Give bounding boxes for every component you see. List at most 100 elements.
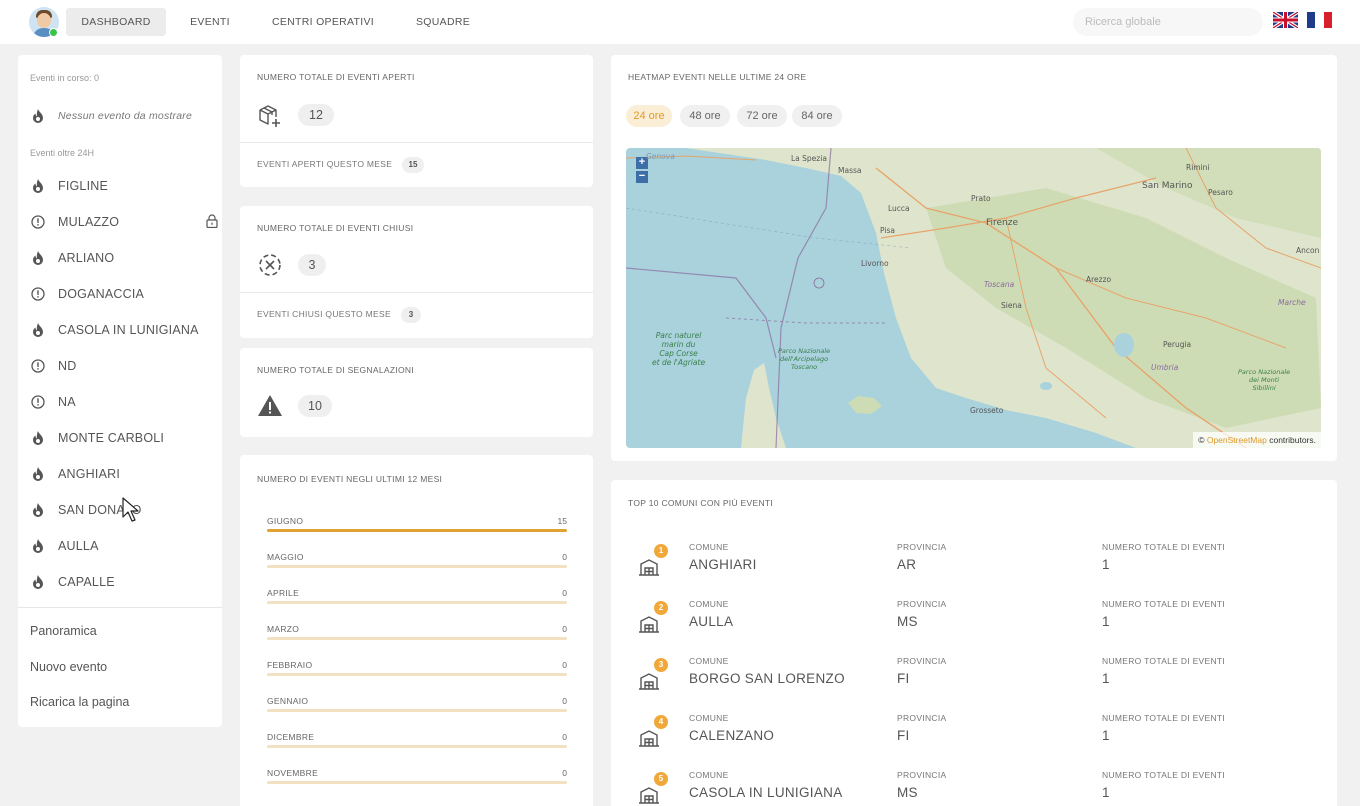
- map-label: Genova: [646, 152, 675, 161]
- fire-icon: [30, 430, 46, 446]
- top10-row: 5 COMUNE CASOLA IN LUNIGIANA PROVINCIA MS NUM…: [638, 770, 1318, 806]
- month-bar-track: [267, 709, 567, 712]
- link-panoramica[interactable]: Panoramica: [30, 624, 97, 638]
- comune-value: BORGO SAN LORENZO: [689, 671, 845, 686]
- box-plus-icon: [259, 105, 280, 127]
- nav-eventi[interactable]: EVENTI: [186, 8, 234, 36]
- closed-events-count: 3: [298, 254, 326, 276]
- online-status-dot: [49, 28, 58, 37]
- sidebar-item-monte-carboli[interactable]: MONTE CARBOLI: [30, 428, 210, 448]
- totale-value: 1: [1102, 728, 1110, 743]
- mouse-cursor-icon: [122, 497, 139, 522]
- month-value: 0: [562, 732, 567, 742]
- open-this-month-label: EVENTI APERTI QUESTO MESE: [257, 159, 393, 169]
- global-search-input[interactable]: Ricerca globale: [1073, 8, 1263, 36]
- events-in-progress-label: Eventi in corso: 0: [30, 73, 100, 83]
- card-divider: [240, 142, 593, 143]
- month-label: NOVEMBRE: [267, 768, 319, 778]
- provincia-value: MS: [897, 614, 918, 629]
- sidebar-item-mulazzo[interactable]: MULAZZO: [30, 212, 218, 232]
- month-bar-track: [267, 745, 567, 748]
- col-totale-header: NUMERO TOTALE DI EVENTI: [1102, 542, 1226, 552]
- fire-icon: [30, 538, 46, 554]
- sidebar-item-capalle[interactable]: CAPALLE: [30, 572, 210, 592]
- sidebar-item-label: MULAZZO: [58, 215, 120, 229]
- top10-row: 3 COMUNE BORGO SAN LORENZO PROVINCIA FI NUMER…: [638, 656, 1318, 700]
- range-84h-button[interactable]: 84 ore: [792, 105, 842, 127]
- zoom-out-button[interactable]: −: [636, 171, 648, 183]
- sidebar-item-doganaccia[interactable]: DOGANACCIA: [30, 284, 210, 304]
- heatmap-map[interactable]: + − Genova La Spezia Massa Lucca Prato F…: [626, 148, 1321, 448]
- nav-centri-operativi[interactable]: CENTRI OPERATIVI: [266, 8, 380, 36]
- provincia-value: FI: [897, 671, 910, 686]
- flag-uk-icon[interactable]: [1273, 12, 1298, 28]
- link-nuovo-evento[interactable]: Nuovo evento: [30, 660, 107, 674]
- open-events-count: 12: [298, 104, 334, 126]
- fire-icon: [30, 502, 46, 518]
- provincia-value: AR: [897, 557, 917, 572]
- col-comune-header: COMUNE: [689, 713, 729, 723]
- range-48h-button[interactable]: 48 ore: [680, 105, 730, 127]
- top10-card: TOP 10 COMUNI CON PIÙ EVENTI 1 COMUNE ANGH…: [611, 480, 1337, 806]
- month-bar-track: [267, 781, 567, 784]
- building-icon: [639, 616, 659, 633]
- lock-icon: [206, 214, 218, 233]
- month-row: APRILE 0: [267, 588, 567, 608]
- col-provincia-header: PROVINCIA: [897, 770, 947, 780]
- sidebar-item-arliano[interactable]: ARLIANO: [30, 248, 210, 268]
- map-label: Pesaro: [1208, 188, 1233, 197]
- month-value: 0: [562, 660, 567, 670]
- comune-value: CASOLA IN LUNIGIANA: [689, 785, 843, 800]
- rank-badge: 2: [654, 601, 668, 615]
- fire-icon: [30, 322, 46, 338]
- nav-dashboard[interactable]: DASHBOARD: [66, 8, 166, 36]
- flag-fr-icon[interactable]: [1307, 12, 1332, 28]
- fire-icon: [30, 108, 46, 124]
- fire-icon: [30, 574, 46, 590]
- col-provincia-header: PROVINCIA: [897, 599, 947, 609]
- map-label: Grosseto: [970, 406, 1004, 415]
- sidebar-item-casola-in-lunigiana[interactable]: CASOLA IN LUNIGIANA: [30, 320, 210, 340]
- range-24h-button[interactable]: 24 ore: [626, 105, 672, 127]
- link-ricarica-pagina[interactable]: Ricarica la pagina: [30, 695, 129, 709]
- sidebar-item-nd[interactable]: ND: [30, 356, 210, 376]
- osm-link[interactable]: OpenStreetMap: [1207, 435, 1267, 445]
- map-label: Marche: [1278, 298, 1306, 307]
- map-label: Ancon: [1296, 246, 1320, 255]
- events-over-24h-label: Eventi oltre 24H: [30, 148, 95, 158]
- month-bar-track: [267, 601, 567, 604]
- map-label: Massa: [838, 166, 862, 175]
- month-label: MARZO: [267, 624, 300, 634]
- map-attribution: © OpenStreetMap contributors.: [1193, 432, 1321, 448]
- month-value: 0: [562, 588, 567, 598]
- sidebar-item-label: ANGHIARI: [58, 467, 121, 481]
- monthly-events-card: NUMERO DI EVENTI NEGLI ULTIMI 12 MESI GI…: [240, 455, 593, 806]
- card-title: NUMERO TOTALE DI EVENTI APERTI: [257, 72, 415, 82]
- sidebar-item-san-donato[interactable]: SAN DONATO: [30, 500, 210, 520]
- sidebar-item-label: CAPALLE: [58, 575, 115, 589]
- map-label: Firenze: [986, 218, 1019, 228]
- range-72h-button[interactable]: 72 ore: [737, 105, 787, 127]
- reports-card: NUMERO TOTALE DI SEGNALAZIONI 10: [240, 348, 593, 437]
- provincia-value: FI: [897, 728, 910, 743]
- sibillini-park-label: Parco Nazionale dei Monti Sibillini: [1238, 368, 1291, 392]
- sidebar-item-label: MONTE CARBOLI: [58, 431, 165, 445]
- map-label: Prato: [971, 194, 991, 203]
- sidebar-item-aulla[interactable]: AULLA: [30, 536, 210, 556]
- sidebar-item-na[interactable]: NA: [30, 392, 210, 412]
- col-comune-header: COMUNE: [689, 599, 729, 609]
- nav-squadre[interactable]: SQUADRE: [412, 8, 474, 36]
- map-label: Umbria: [1151, 363, 1179, 372]
- building-icon: [639, 673, 659, 690]
- sidebar-item-label: ND: [58, 359, 77, 373]
- map-label: Arezzo: [1086, 275, 1112, 284]
- month-row: NOVEMBRE 0: [267, 768, 567, 788]
- card-divider: [240, 292, 593, 293]
- sidebar-item-figline[interactable]: FIGLINE: [30, 176, 210, 196]
- reports-count: 10: [298, 395, 332, 417]
- sidebar-item-anghiari[interactable]: ANGHIARI: [30, 464, 210, 484]
- month-bar-fill: [267, 529, 567, 532]
- rank-badge: 1: [654, 544, 668, 558]
- month-row: DICEMBRE 0: [267, 732, 567, 752]
- card-title: NUMERO TOTALE DI SEGNALAZIONI: [257, 365, 415, 375]
